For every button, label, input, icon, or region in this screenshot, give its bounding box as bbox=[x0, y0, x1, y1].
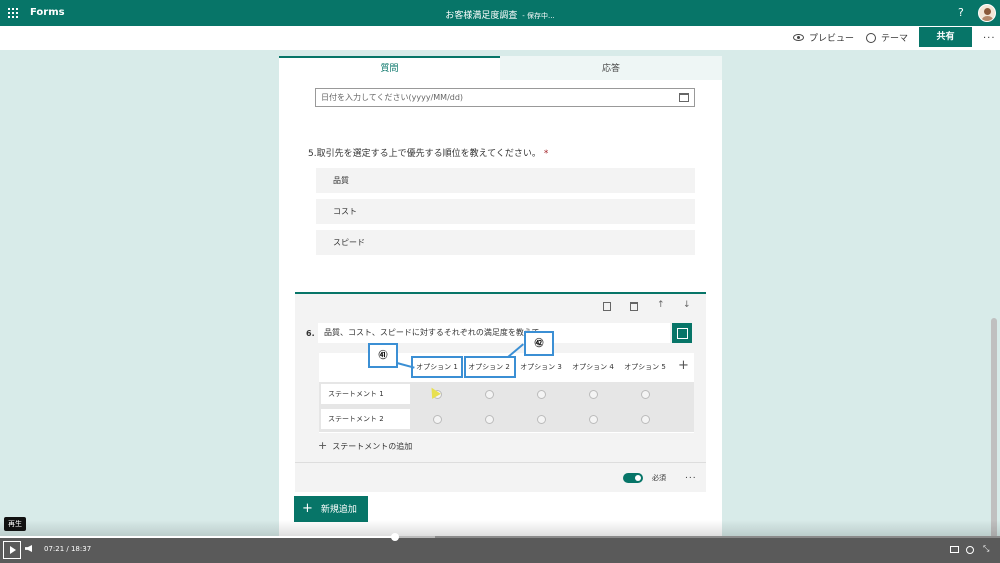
question-number: 6. bbox=[306, 329, 315, 338]
radio-button[interactable] bbox=[537, 390, 546, 399]
play-tooltip: 再生 bbox=[4, 517, 26, 531]
callout-badge: ㊶ bbox=[368, 343, 398, 368]
play-button[interactable] bbox=[3, 541, 21, 559]
add-new-label: 新規追加 bbox=[320, 505, 357, 515]
seek-buffer bbox=[395, 536, 435, 538]
plus-icon: + bbox=[318, 439, 328, 452]
tab-bar: 質問 応答 bbox=[279, 56, 722, 80]
delete-icon[interactable] bbox=[630, 302, 638, 311]
add-statement-button[interactable]: + ステートメントの追加 bbox=[318, 439, 412, 452]
question-more-button[interactable]: ... bbox=[685, 471, 697, 481]
ranking-item[interactable]: スピード bbox=[316, 230, 695, 255]
add-new-button[interactable]: + 新規追加 bbox=[294, 496, 368, 522]
callout-badge: ㊷ bbox=[524, 331, 554, 356]
tab-questions[interactable]: 質問 bbox=[279, 56, 500, 80]
highlight-box bbox=[464, 356, 516, 378]
required-label: 必須 bbox=[652, 474, 666, 482]
statement-input[interactable]: ステートメント 1 bbox=[321, 384, 410, 404]
statement-input[interactable]: ステートメント 2 bbox=[321, 409, 410, 429]
highlight-box bbox=[411, 356, 463, 378]
preview-button[interactable]: プレビュー bbox=[793, 31, 854, 44]
calendar-icon[interactable] bbox=[679, 93, 689, 102]
add-option-button[interactable]: + bbox=[678, 358, 689, 373]
theme-label: テーマ bbox=[881, 34, 909, 44]
settings-icon[interactable] bbox=[966, 546, 974, 554]
move-down-icon[interactable]: ↓ bbox=[683, 300, 691, 310]
radio-button[interactable] bbox=[589, 390, 598, 399]
option-label[interactable]: オプション 4 bbox=[567, 362, 619, 372]
scrollbar[interactable] bbox=[991, 318, 997, 538]
date-field[interactable]: 日付を入力してください(yyyy/MM/dd) bbox=[315, 88, 695, 107]
insert-media-icon[interactable] bbox=[672, 323, 692, 343]
option-label[interactable]: オプション 3 bbox=[515, 362, 567, 372]
document-title-text: お客様満足度調査 bbox=[445, 11, 518, 21]
question-title-input[interactable]: 品質、コスト、スピードに対するそれぞれの満足度を教えて bbox=[318, 323, 670, 343]
document-title: お客様満足度調査 - 保存中... bbox=[0, 8, 1000, 21]
seek-progress bbox=[0, 536, 395, 538]
statement-row: ステートメント 2 bbox=[319, 407, 694, 432]
radio-button[interactable] bbox=[589, 415, 598, 424]
eye-icon bbox=[793, 34, 804, 41]
radio-button[interactable] bbox=[485, 415, 494, 424]
captions-icon[interactable] bbox=[950, 546, 959, 553]
radio-button[interactable] bbox=[537, 415, 546, 424]
date-field-placeholder: 日付を入力してください(yyyy/MM/dd) bbox=[321, 93, 464, 102]
share-button[interactable]: 共有 bbox=[919, 27, 972, 47]
app-header: Forms お客様満足度調査 - 保存中... ? bbox=[0, 0, 1000, 26]
option-label[interactable]: オプション 5 bbox=[619, 362, 671, 372]
question-5-text: 5.取引先を選定する上で優先する順位を教えてください。 bbox=[308, 149, 541, 159]
form-editor: 質問 応答 日付を入力してください(yyyy/MM/dd) 5.取引先を選定する… bbox=[279, 56, 722, 538]
statement-row: ステートメント 1 bbox=[319, 382, 694, 407]
fullscreen-icon[interactable]: ⤡ bbox=[983, 544, 992, 553]
question-5-title: 5.取引先を選定する上で優先する順位を教えてください。 * bbox=[308, 146, 548, 159]
command-bar: プレビュー テーマ bbox=[0, 26, 1000, 50]
question-6-editor: ↑ ↓ 6. 品質、コスト、スピードに対するそれぞれの満足度を教えて オプション… bbox=[295, 292, 706, 492]
preview-label: プレビュー bbox=[809, 34, 855, 44]
ranking-item[interactable]: 品質 bbox=[316, 168, 695, 193]
save-status: - 保存中... bbox=[522, 12, 555, 20]
seek-handle[interactable] bbox=[391, 533, 399, 541]
help-button[interactable]: ? bbox=[958, 6, 964, 19]
question-footer: 必須 ... bbox=[295, 462, 706, 494]
add-statement-label: ステートメントの追加 bbox=[332, 442, 413, 451]
radio-button[interactable] bbox=[485, 390, 494, 399]
required-toggle[interactable] bbox=[623, 473, 643, 483]
playback-time: 07:21 / 18:37 bbox=[44, 545, 92, 553]
video-controls bbox=[0, 538, 1000, 563]
radio-button[interactable] bbox=[433, 415, 442, 424]
theme-button[interactable]: テーマ bbox=[866, 31, 908, 44]
more-options-button[interactable]: ... bbox=[983, 30, 996, 41]
plus-icon: + bbox=[302, 501, 313, 516]
copy-icon[interactable] bbox=[603, 302, 611, 311]
required-mark: * bbox=[543, 149, 549, 159]
avatar[interactable] bbox=[978, 4, 996, 22]
tab-responses[interactable]: 応答 bbox=[500, 56, 722, 80]
ranking-item[interactable]: コスト bbox=[316, 199, 695, 224]
radio-button[interactable] bbox=[641, 415, 650, 424]
radio-button[interactable] bbox=[641, 390, 650, 399]
move-up-icon[interactable]: ↑ bbox=[657, 300, 665, 310]
palette-icon bbox=[866, 32, 876, 43]
